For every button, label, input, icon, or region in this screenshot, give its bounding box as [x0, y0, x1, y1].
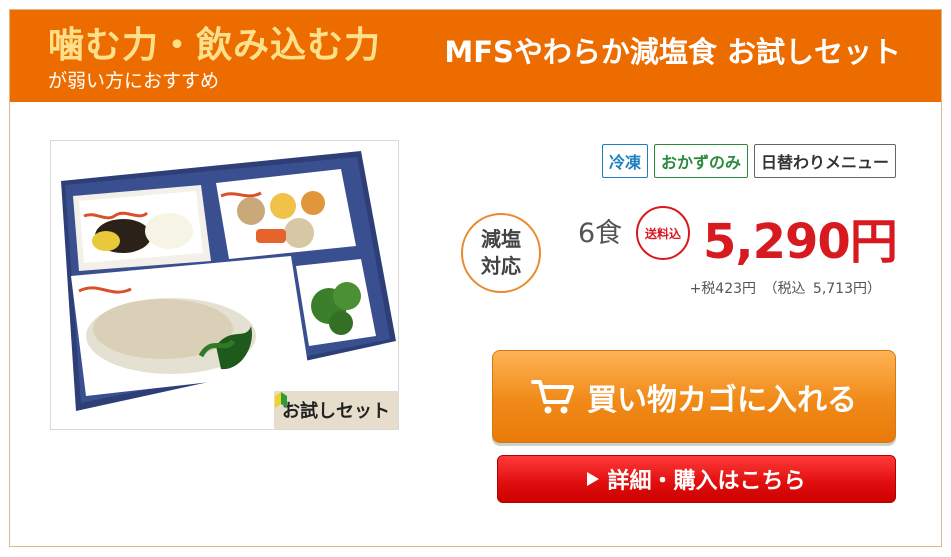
- price: 5,290円: [703, 214, 898, 270]
- product-header: 噛む力・飲み込む力 が弱い方におすすめ MFSやわらか減塩食 お試しセット: [10, 10, 941, 102]
- low-salt-badge: 減塩 対応: [461, 213, 541, 293]
- details-purchase-button[interactable]: 詳細・購入はこちら: [497, 455, 896, 503]
- low-salt-badge-line2: 対応: [481, 254, 521, 278]
- catchphrase-sub: が弱い方におすすめ: [48, 70, 220, 92]
- low-salt-badge-line1: 減塩: [481, 227, 521, 251]
- tax-note: +税423円 （税込 5,713円）: [689, 281, 881, 297]
- meal-tray-image: [61, 151, 396, 411]
- product-photo[interactable]: お試しセット: [50, 140, 399, 430]
- tag-side-dish-only: おかずのみ: [653, 144, 748, 178]
- meal-count: 6食: [578, 218, 623, 249]
- cart-icon: [531, 379, 574, 413]
- add-to-cart-button[interactable]: 買い物カゴに入れる: [492, 350, 896, 443]
- catchphrase-main: 噛む力・飲み込む力: [48, 25, 382, 66]
- product-title: MFSやわらか減塩食 お試しセット: [444, 35, 901, 69]
- trial-set-label: お試しセット: [282, 401, 390, 422]
- details-purchase-label: 詳細・購入はこちら: [607, 469, 806, 494]
- shipping-included-badge: 送料込: [636, 206, 690, 260]
- tag-frozen: 冷凍: [601, 144, 648, 178]
- product-card: 噛む力・飲み込む力 が弱い方におすすめ MFSやわらか減塩食 お試しセット お試…: [9, 9, 942, 547]
- triangle-right-icon: [587, 472, 600, 486]
- feature-tags: 冷凍 おかずのみ 日替わりメニュー: [601, 144, 896, 178]
- tag-daily-menu: 日替わりメニュー: [753, 144, 896, 178]
- trial-set-tag: お試しセット: [274, 391, 398, 429]
- beginner-leaf-icon: [275, 392, 287, 408]
- add-to-cart-label: 買い物カゴに入れる: [587, 382, 857, 418]
